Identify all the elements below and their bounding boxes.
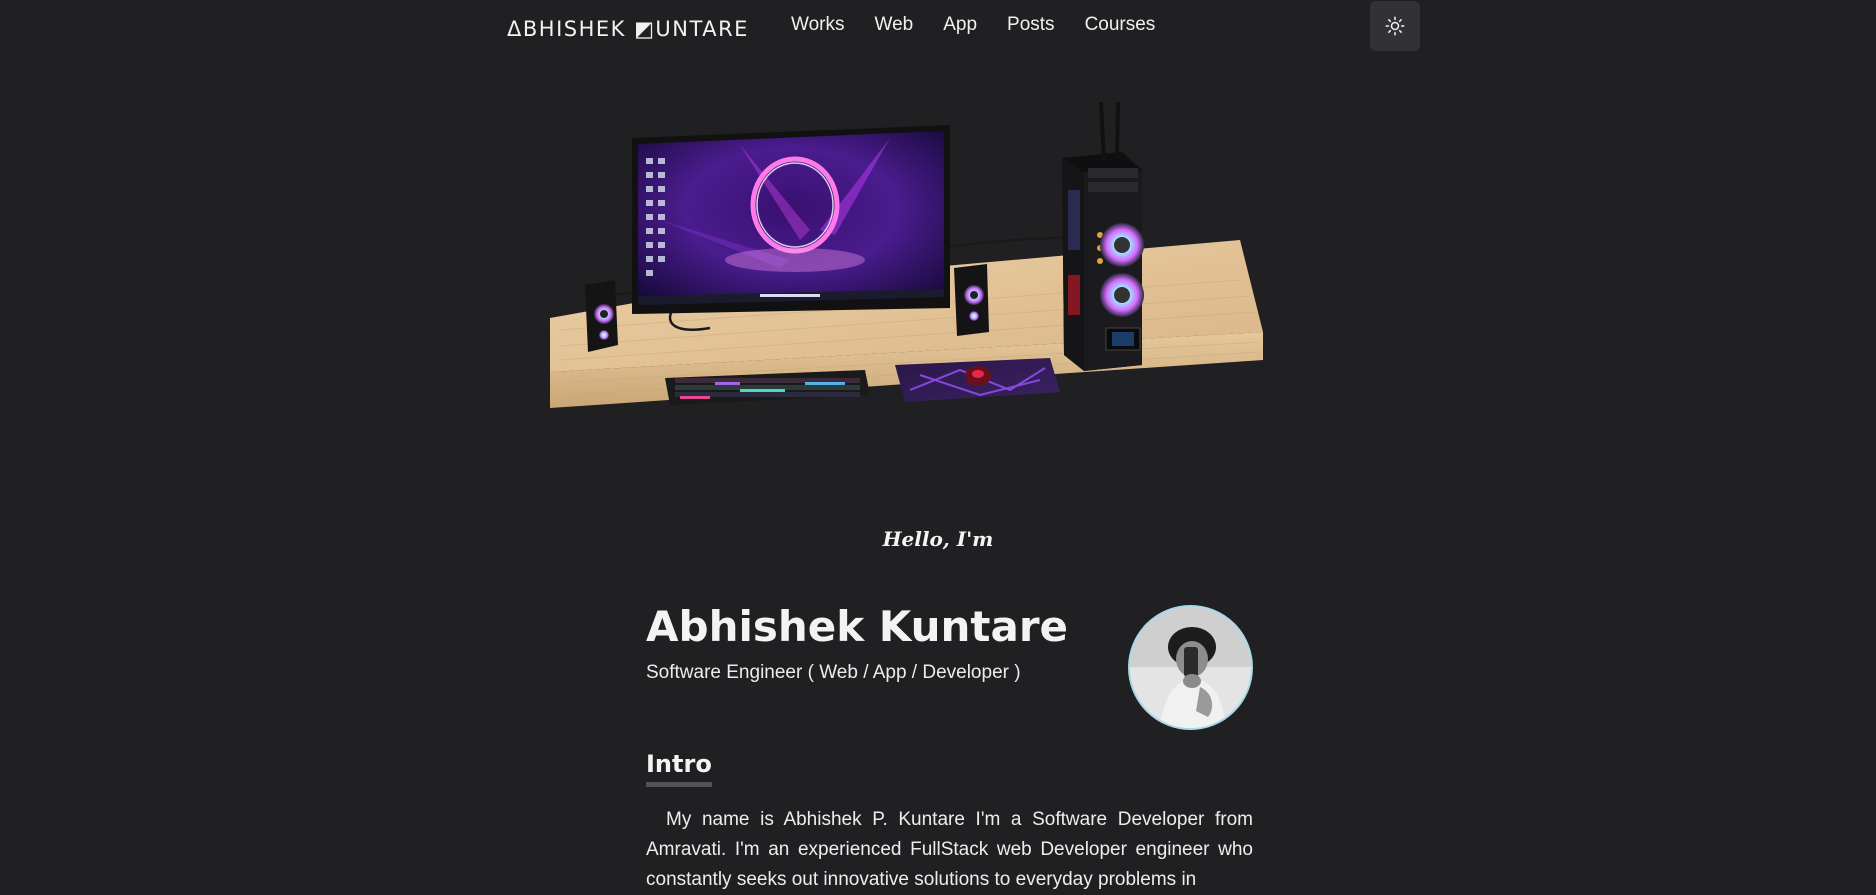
desk-setup-scene[interactable] (540, 90, 1280, 470)
theme-toggle-button[interactable] (1370, 1, 1420, 51)
nav-link-web[interactable]: Web (874, 14, 913, 36)
desk-setup-illustration (550, 101, 1263, 408)
profile-role: Software Engineer ( Web / App / Develope… (646, 662, 1021, 683)
top-nav: ΔBHISHEK ◩UNTARE Works Web App Posts Cou… (0, 0, 1876, 56)
intro-heading: Intro (646, 750, 712, 787)
site-logo[interactable]: ΔBHISHEK ◩UNTARE (507, 17, 749, 41)
profile-name: Abhishek Kuntare (646, 602, 1069, 651)
sun-icon (1385, 16, 1405, 36)
nav-link-posts[interactable]: Posts (1007, 14, 1055, 36)
nav-link-app[interactable]: App (943, 14, 977, 36)
intro-paragraph: My name is Abhishek P. Kuntare I'm a Sof… (646, 809, 1253, 890)
nav-link-works[interactable]: Works (791, 14, 844, 36)
greeting-text: Hello, I'm (882, 527, 994, 551)
profile-photo (1130, 607, 1251, 728)
nav-link-courses[interactable]: Courses (1085, 14, 1156, 36)
nav-links: Works Web App Posts Courses (791, 14, 1155, 36)
avatar (1128, 605, 1253, 730)
